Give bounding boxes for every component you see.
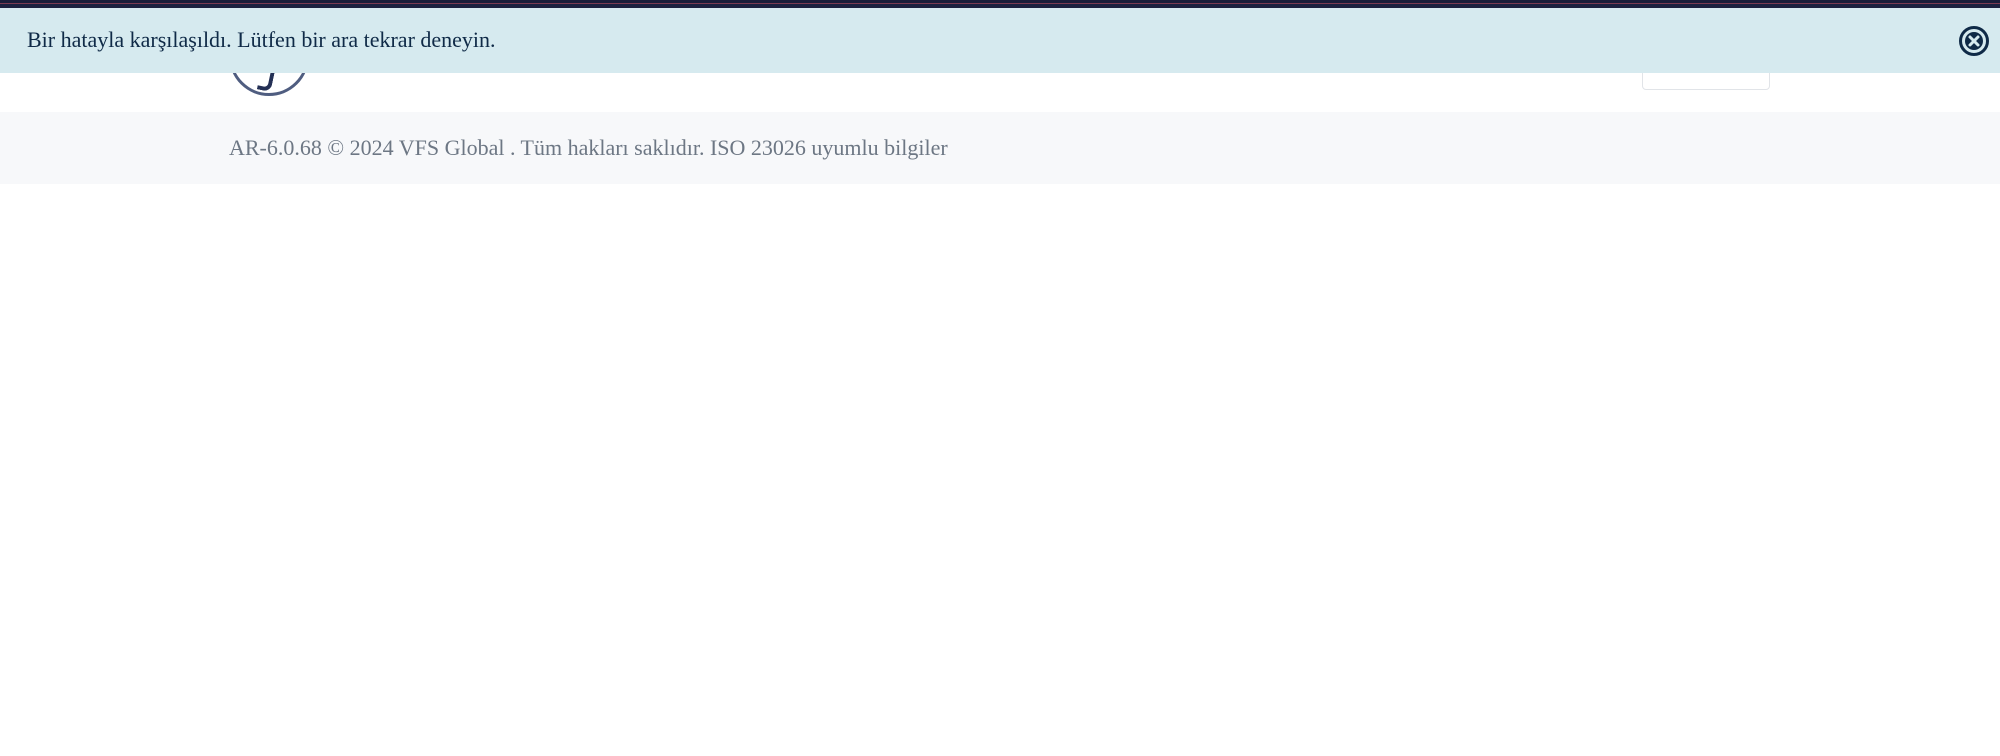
footer-copyright: AR-6.0.68 © 2024 VFS Global . Tüm haklar… xyxy=(229,135,948,160)
close-circle-icon xyxy=(1959,26,1989,56)
close-alert-button[interactable] xyxy=(1958,25,1990,57)
top-stripe xyxy=(0,0,2000,8)
error-alert: Bir hatayla karşılaşıldı. Lütfen bir ara… xyxy=(0,8,2000,73)
site-footer: AR-6.0.68 © 2024 VFS Global . Tüm haklar… xyxy=(0,112,2000,184)
alert-message: Bir hatayla karşılaşıldı. Lütfen bir ara… xyxy=(27,27,496,52)
